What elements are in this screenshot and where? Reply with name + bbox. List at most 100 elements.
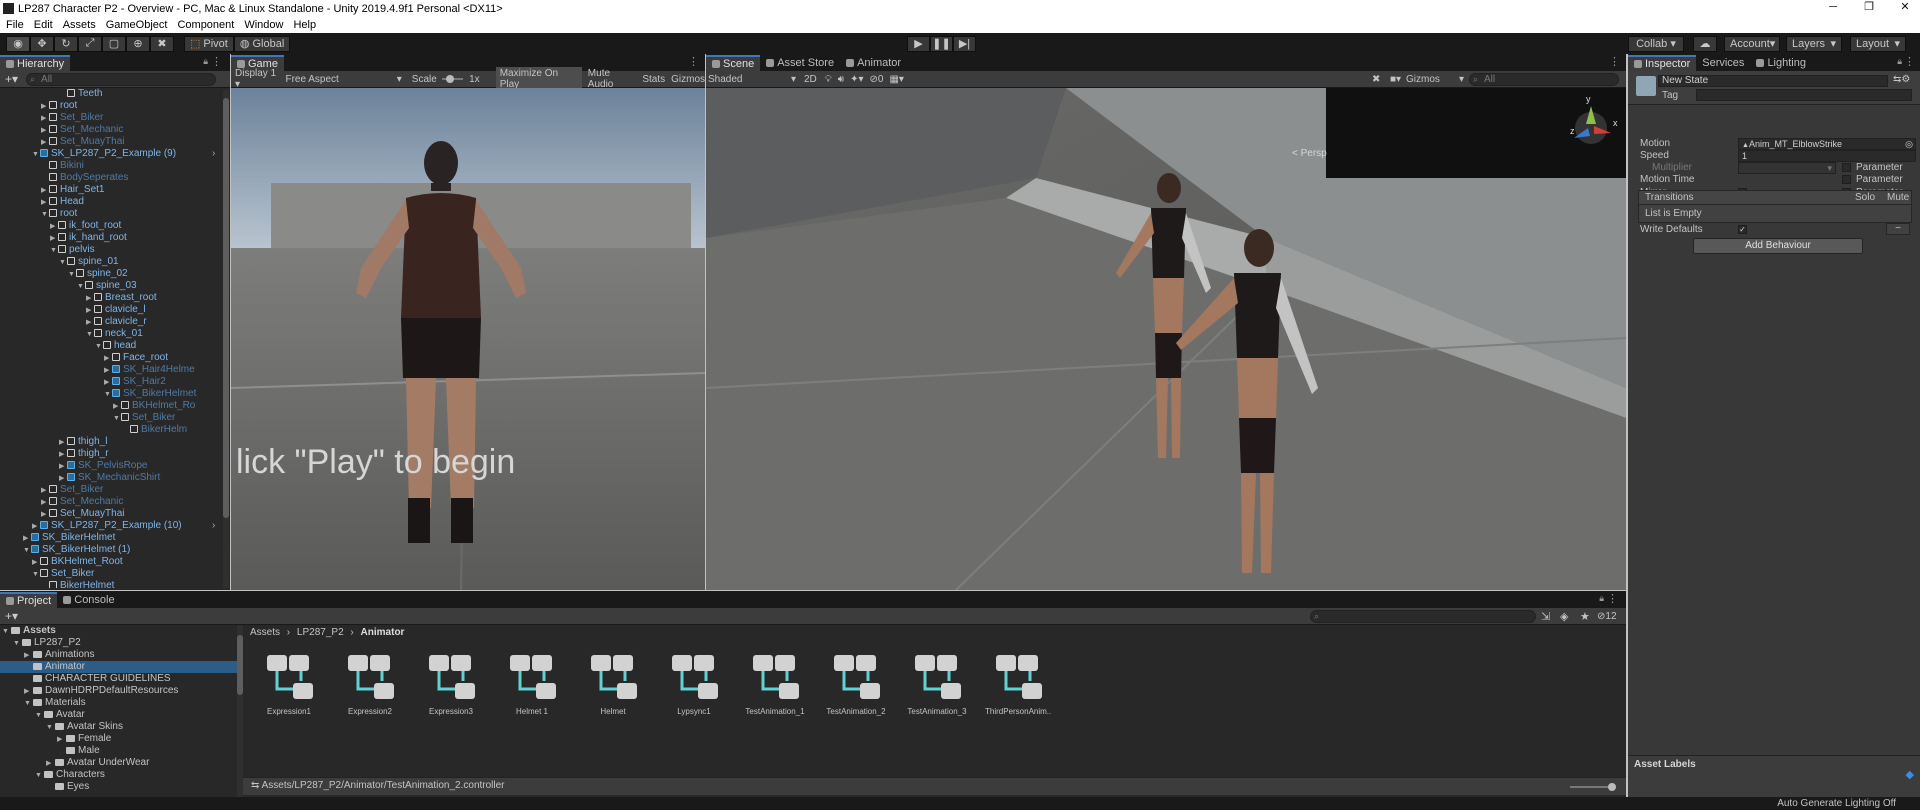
asset-item[interactable]: TestAnimation_2 (823, 653, 889, 716)
project-folder-row[interactable]: Male (0, 745, 237, 757)
tab-console[interactable]: Console (57, 592, 120, 608)
persp-label[interactable]: < Persp (1292, 148, 1327, 159)
hierarchy-row[interactable]: ▼ spine_02 (68, 268, 222, 280)
hierarchy-row[interactable]: ▶ Face_root (104, 352, 222, 364)
hierarchy-row[interactable]: ▼ spine_01 (59, 256, 222, 268)
open-prefab-chevron-icon[interactable]: › (212, 148, 215, 160)
asset-item[interactable]: Helmet 1 (499, 653, 565, 716)
expand-arrow-icon[interactable]: ▼ (50, 245, 58, 257)
tag-field[interactable] (1696, 89, 1912, 101)
breadcrumb-lp287[interactable]: LP287_P2 (297, 627, 344, 638)
hidden-packages-badge[interactable]: ⊘12 (1597, 611, 1617, 622)
project-folder-row[interactable]: ▼ Characters (0, 769, 237, 781)
pivot-toggle[interactable]: ⬚ Pivot (184, 35, 234, 52)
hierarchy-row[interactable]: ▶ BKHelmet_Root (32, 556, 222, 568)
asset-item[interactable]: Helmet (580, 653, 646, 716)
state-name-field[interactable]: New State (1658, 75, 1888, 87)
asset-item[interactable]: ThirdPersonAnim... (985, 653, 1051, 716)
menu-file[interactable]: File (6, 19, 24, 31)
lighting-toggle-icon[interactable]: 💡︎ (825, 74, 832, 85)
minimize-button[interactable]: ─ (1815, 0, 1851, 17)
hierarchy-row[interactable]: ▶ ik_hand_root (50, 232, 222, 244)
hierarchy-row[interactable]: ▶ Set_Biker (41, 484, 222, 496)
hierarchy-row[interactable]: ▼ pelvis (50, 244, 222, 256)
filter-type-icon[interactable]: ⇲ (1541, 610, 1550, 623)
auto-lighting-status[interactable]: Auto Generate Lighting Off (1777, 797, 1896, 810)
step-button[interactable]: ▶| (953, 35, 976, 52)
scale-tool-icon[interactable]: ⤢ (78, 35, 102, 52)
kebab-menu-icon[interactable]: ⋮ (1904, 55, 1915, 68)
tab-inspector[interactable]: Inspector (1628, 55, 1697, 71)
asset-item[interactable]: Expression2 (337, 653, 403, 716)
property-value-field[interactable]: ▲Anim_MT_ElblowStrike ◎ (1738, 138, 1916, 150)
tab-asset-store[interactable]: Asset Store (760, 55, 840, 71)
hierarchy-row[interactable]: ▶ Head (41, 196, 222, 208)
close-button[interactable]: ✕ (1887, 0, 1920, 17)
tab-animator[interactable]: Animator (840, 55, 907, 71)
parameter-checkbox[interactable] (1842, 175, 1851, 184)
project-folder-row[interactable]: ▼ Materials (0, 697, 237, 709)
rect-tool-icon[interactable]: ▢ (102, 35, 126, 52)
move-tool-icon[interactable]: ✥ (30, 35, 54, 52)
hierarchy-row[interactable]: BikerHelmet (41, 580, 222, 588)
gizmos-toggle[interactable]: Gizmos (671, 74, 705, 85)
favorite-star-icon[interactable]: ★ (1580, 610, 1590, 623)
hierarchy-row[interactable]: ▼ SK_BikerHelmet (1) (23, 544, 222, 556)
open-prefab-chevron-icon[interactable]: › (212, 520, 215, 532)
maximize-button[interactable]: ❐ (1851, 0, 1887, 17)
remove-transition-button[interactable]: − (1886, 223, 1910, 235)
parameter-checkbox[interactable] (1842, 163, 1851, 172)
hierarchy-row[interactable]: ▶ Set_MuayThai (41, 136, 222, 148)
hierarchy-row[interactable]: Teeth (59, 88, 222, 100)
project-tree-scrollbar[interactable] (237, 625, 243, 797)
stats-toggle[interactable]: Stats (642, 74, 665, 85)
hierarchy-scrollbar[interactable] (223, 90, 229, 588)
hierarchy-row[interactable]: ▶ thigh_r (59, 448, 222, 460)
account-dropdown[interactable]: Account ▾ (1724, 35, 1780, 52)
tools-icon[interactable]: ✖ (1372, 74, 1380, 85)
transform-tool-icon[interactable]: ⊕ (126, 35, 150, 52)
project-folder-row[interactable]: Animator (0, 661, 237, 673)
hierarchy-search-input[interactable]: ⌕ All (26, 72, 217, 86)
menu-component[interactable]: Component (177, 19, 234, 31)
label-tag-icon[interactable]: ◆ (1906, 768, 1914, 781)
expand-arrow-icon[interactable]: ▼ (95, 341, 103, 353)
tab-services[interactable]: Services (1696, 55, 1750, 71)
create-plus-icon[interactable]: +▾ (5, 72, 18, 86)
project-folder-row[interactable]: ▼ Avatar Skins (0, 721, 237, 733)
expand-arrow-icon[interactable]: ▼ (68, 269, 76, 281)
asset-item[interactable]: Lypsync1 (661, 653, 727, 716)
hierarchy-row[interactable]: ▼ spine_03 (77, 280, 222, 292)
menu-help[interactable]: Help (293, 19, 316, 31)
hierarchy-row[interactable]: ▼ Set_Biker (113, 412, 222, 424)
project-folder-row[interactable]: ▶ DawnHDRPDefaultResources (0, 685, 237, 697)
hierarchy-row[interactable]: ▶ Breast_root (86, 292, 222, 304)
effects-toggle-icon[interactable]: ✦▾ (850, 74, 863, 85)
layers-dropdown[interactable]: Layers ▾ (1786, 35, 1842, 52)
kebab-menu-icon[interactable]: ⋮ (1607, 592, 1618, 605)
lock-icon[interactable]: 🔒︎ (1599, 593, 1604, 604)
hierarchy-row[interactable]: ▼ neck_01 (86, 328, 222, 340)
kebab-menu-icon[interactable]: ⋮ (211, 55, 222, 68)
hierarchy-row[interactable]: ▼ head (95, 340, 222, 352)
expand-arrow-icon[interactable]: ▼ (104, 389, 112, 401)
filter-label-icon[interactable]: ◈ (1560, 610, 1568, 623)
hierarchy-row[interactable]: BikerHelm (122, 424, 222, 436)
hierarchy-row[interactable]: ▼ Set_Biker (32, 568, 222, 580)
camera-icon[interactable]: ■▾ (1390, 74, 1401, 85)
settings-icon[interactable]: ⇆⚙ (1893, 74, 1910, 85)
hierarchy-row[interactable]: ▶ SK_BikerHelmet (23, 532, 222, 544)
expand-arrow-icon[interactable]: ▼ (86, 329, 94, 341)
menu-assets[interactable]: Assets (63, 19, 96, 31)
kebab-menu-icon[interactable]: ⋮ (1609, 55, 1620, 68)
audio-toggle-icon[interactable]: 🔊︎ (838, 74, 844, 85)
lock-icon[interactable]: 🔒︎ (1897, 56, 1902, 67)
display-dropdown[interactable]: Display 1 ▾ (235, 68, 283, 90)
hidden-objects-toggle[interactable]: ⊘0 (870, 74, 884, 85)
project-folder-row[interactable]: ▼ Assets (0, 625, 237, 637)
hierarchy-row[interactable]: ▶ Hair_Set1 (41, 184, 222, 196)
scene-viewport[interactable]: < Persp y x z (706, 88, 1626, 590)
pause-button[interactable]: ❚❚ (930, 35, 953, 52)
hierarchy-row[interactable]: ▼ SK_BikerHelmet (104, 388, 222, 400)
hierarchy-row[interactable]: ▼ SK_LP287_P2_Example (9) (32, 148, 222, 160)
